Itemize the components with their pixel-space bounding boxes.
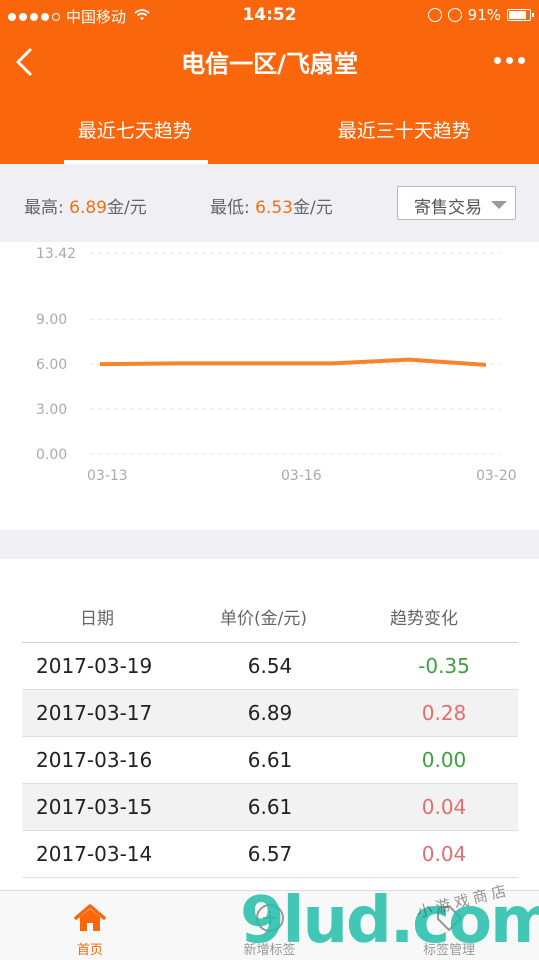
x-tick-label: 03-13 bbox=[87, 468, 128, 484]
row-date: 2017-03-17 bbox=[36, 701, 153, 725]
x-tick-label: 03-20 bbox=[476, 468, 517, 484]
row-change: 0.04 bbox=[421, 842, 467, 866]
row-change: 0.28 bbox=[421, 701, 467, 725]
tab-thirty-days[interactable]: 最近三十天趋势 bbox=[270, 100, 539, 164]
header-date: 日期 bbox=[80, 609, 114, 629]
low-price: 最低: 6.53金/元 bbox=[210, 193, 333, 218]
header: 中国移动 14:52 91% 电信一区/飞扇堂 最近七天趋势 最近三十天趋势 bbox=[0, 0, 539, 164]
low-label: 最低: bbox=[210, 198, 250, 218]
table-header: 日期 单价(金/元) 趋势变化 bbox=[22, 591, 518, 643]
status-right: 91% bbox=[427, 6, 534, 24]
battery-percent: 91% bbox=[467, 6, 501, 24]
low-value: 6.53 bbox=[255, 198, 293, 218]
home-icon bbox=[74, 904, 106, 931]
row-price: 6.61 bbox=[247, 795, 293, 819]
tab-add-tag-label: 新增标签 bbox=[243, 943, 296, 958]
row-date: 2017-03-19 bbox=[36, 654, 153, 678]
table-row: 2017-03-15 6.61 0.04 bbox=[22, 784, 518, 831]
dropdown-arrow-icon bbox=[491, 201, 507, 209]
row-date: 2017-03-15 bbox=[36, 795, 153, 819]
row-price: 6.89 bbox=[247, 701, 293, 725]
more-dot bbox=[518, 57, 525, 64]
tab-add-tag[interactable]: 新增标签 bbox=[180, 891, 360, 960]
y-tick-label: 9.00 bbox=[36, 312, 67, 328]
tab-home-label: 首页 bbox=[76, 943, 103, 958]
row-price: 6.54 bbox=[247, 654, 293, 678]
more-button[interactable] bbox=[494, 57, 525, 64]
y-tick-label: 13.42 bbox=[36, 246, 76, 262]
header-change: 趋势变化 bbox=[390, 609, 458, 629]
trend-chart: 13.42 9.00 6.00 3.00 0.00 03-13 03-16 03-20 bbox=[0, 242, 539, 530]
more-dot bbox=[506, 57, 513, 64]
more-dot bbox=[494, 57, 501, 64]
high-label: 最高: bbox=[24, 198, 64, 218]
row-price: 6.57 bbox=[247, 842, 293, 866]
price-stats: 最高: 6.89金/元 最低: 6.53金/元 寄售交易 bbox=[0, 164, 539, 242]
row-price: 6.61 bbox=[247, 748, 293, 772]
status-bar: 中国移动 14:52 91% bbox=[0, 0, 539, 32]
battery-icon bbox=[507, 9, 534, 21]
y-tick-label: 6.00 bbox=[36, 357, 67, 373]
header-price: 单价(金/元) bbox=[220, 609, 307, 629]
add-tag-icon bbox=[255, 904, 284, 932]
high-value: 6.89 bbox=[69, 198, 107, 218]
high-price: 最高: 6.89金/元 bbox=[24, 193, 147, 218]
y-tick-label: 3.00 bbox=[36, 402, 67, 418]
nav-bar: 电信一区/飞扇堂 bbox=[0, 32, 539, 92]
row-date: 2017-03-14 bbox=[36, 842, 153, 866]
alarm-icon bbox=[447, 8, 462, 22]
y-tick-label: 0.00 bbox=[36, 447, 67, 463]
tab-seven-days[interactable]: 最近七天趋势 bbox=[0, 100, 270, 164]
row-change: -0.35 bbox=[418, 654, 470, 678]
page-title: 电信一区/飞扇堂 bbox=[181, 50, 358, 78]
tab-tag-manage-label: 标签管理 bbox=[423, 943, 476, 958]
price-table: 日期 单价(金/元) 趋势变化 2017-03-19 6.54 -0.35 2017-… bbox=[0, 559, 539, 890]
chart-svg: 13.42 9.00 6.00 3.00 0.00 03-13 03-16 03-20 bbox=[36, 246, 517, 484]
table-row: 2017-03-17 6.89 0.28 bbox=[22, 690, 518, 737]
table-row: 2017-03-19 6.54 -0.35 bbox=[22, 643, 518, 690]
table-row: 2017-03-14 6.57 0.04 bbox=[22, 831, 518, 878]
tab-home[interactable]: 首页 bbox=[0, 891, 180, 960]
trade-type-select[interactable]: 寄售交易 bbox=[397, 186, 516, 220]
x-tick-label: 03-16 bbox=[281, 468, 322, 484]
table-row: 2017-03-16 6.61 0.00 bbox=[22, 737, 518, 784]
period-tabs: 最近七天趋势 最近三十天趋势 bbox=[0, 100, 539, 164]
tag-manage-icon bbox=[437, 906, 463, 931]
row-date: 2017-03-16 bbox=[36, 748, 153, 772]
rotation-lock-icon bbox=[427, 8, 442, 22]
low-unit: 金/元 bbox=[293, 198, 333, 218]
tab-tag-manage[interactable]: 标签管理 bbox=[359, 891, 539, 960]
high-unit: 金/元 bbox=[107, 198, 147, 218]
row-change: 0.04 bbox=[421, 795, 467, 819]
row-change: 0.00 bbox=[421, 748, 467, 772]
bottom-tab-bar: 首页 新增标签 标签管理 bbox=[0, 890, 539, 960]
trade-type-value: 寄售交易 bbox=[414, 198, 482, 218]
